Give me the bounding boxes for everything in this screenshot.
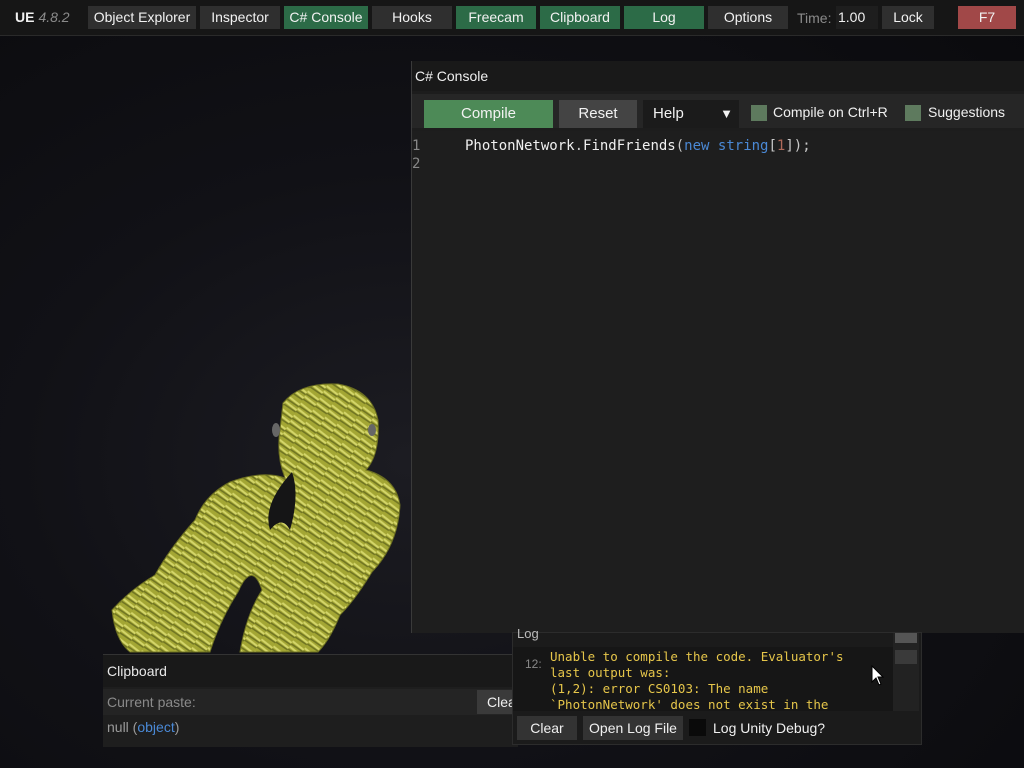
app-brand: UE 4.8.2 [15,9,70,25]
console-title: C# Console [412,61,1024,91]
lock-button[interactable]: Lock [882,6,934,29]
log-footer: Clear Open Log File Log Unity Debug? [513,713,921,743]
clipboard-current-row: Current paste: Clear [103,689,518,715]
top-bar: UE 4.8.2 Object Explorer Inspector C# Con… [0,0,1024,36]
tab-object-explorer[interactable]: Object Explorer [88,6,196,29]
log-scrollbar-thumb[interactable] [895,650,917,664]
line-number: 1 [412,138,421,154]
compile-on-ctrl-r-label: Compile on Ctrl+R [773,104,888,120]
csharp-console-window: C# Console Compile Reset Help ▼ Compile … [411,61,1024,633]
line-number: 2 [412,156,421,172]
log-unity-debug-label: Log Unity Debug? [713,720,826,736]
toggle-hotkey-button[interactable]: F7 [958,6,1016,29]
tab-inspector[interactable]: Inspector [200,6,280,29]
log-entry-text: Unable to compile the code. Evaluator's … [550,649,844,711]
log-unity-debug-checkbox[interactable] [689,719,706,736]
reset-button[interactable]: Reset [559,100,637,128]
suggestions-checkbox[interactable] [905,105,921,121]
tab-hooks[interactable]: Hooks [372,6,452,29]
code-line: PhotonNetwork.FindFriends(new string[1])… [465,138,811,154]
tab-freecam[interactable]: Freecam [456,6,536,29]
app-version: 4.8.2 [38,9,70,25]
console-toolbar: Compile Reset Help ▼ Compile on Ctrl+R S… [412,94,1024,128]
suggestions-label: Suggestions [928,104,1006,120]
log-entry[interactable]: 12: Unable to compile the code. Evaluato… [513,647,893,711]
compile-button[interactable]: Compile [424,100,553,128]
code-editor[interactable]: 1 2 PhotonNetwork.FindFriends(new string… [412,131,1024,633]
log-scrollbar-top[interactable] [895,633,917,643]
creature-model [111,383,401,653]
compile-on-ctrl-r-checkbox[interactable] [751,105,767,121]
clipboard-clear-button[interactable]: Clear [477,690,517,714]
tab-csharp-console[interactable]: C# Console [284,6,368,29]
tab-options[interactable]: Options [708,6,788,29]
clipboard-value: null (object) [107,719,180,735]
current-paste-label: Current paste: [107,694,196,710]
log-window: Log 12: Unable to compile the code. Eval… [512,626,922,745]
log-entry-index: 12: [525,657,542,671]
time-scale-input[interactable] [836,6,878,29]
open-log-file-button[interactable]: Open Log File [583,716,683,740]
line-numbers: 1 2 [412,137,422,173]
chevron-down-icon: ▼ [720,106,733,121]
help-dropdown[interactable]: Help ▼ [643,100,739,128]
help-dropdown-label: Help [653,105,684,122]
clipboard-window: Clipboard Current paste: Clear null (obj… [103,654,518,747]
clipboard-value-type[interactable]: object [137,719,174,735]
mouse-cursor-icon [871,665,885,686]
log-clear-button[interactable]: Clear [517,716,577,740]
time-scale-label: Time: [797,10,832,26]
tab-clipboard[interactable]: Clipboard [540,6,620,29]
log-scrollbar[interactable] [893,633,919,711]
log-title: Log [517,626,539,641]
clipboard-title: Clipboard [103,655,518,687]
tab-log[interactable]: Log [624,6,704,29]
